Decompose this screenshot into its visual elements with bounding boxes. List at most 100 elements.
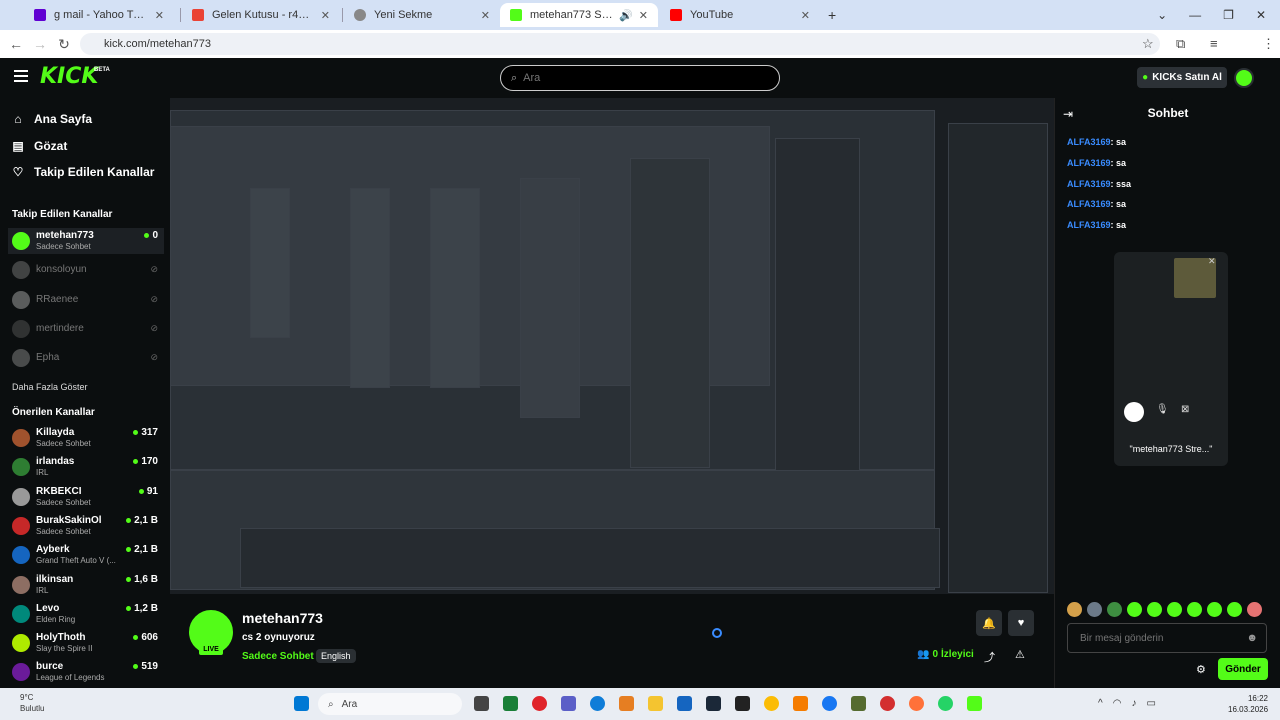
- microphone-icon[interactable]: 🎙: [1156, 404, 1169, 415]
- app-icon[interactable]: [880, 696, 895, 711]
- chat-input-box[interactable]: ☻: [1067, 623, 1267, 653]
- streamer-name[interactable]: metehan773: [242, 610, 323, 626]
- emote-icon[interactable]: [1107, 602, 1122, 617]
- kick-app-icon[interactable]: [967, 696, 982, 711]
- emote-icon[interactable]: [1187, 602, 1202, 617]
- chat-username[interactable]: ALFA3169: [1067, 199, 1111, 209]
- recommended-channel[interactable]: RKBEKCI Sadece Sohbet 91: [8, 484, 164, 510]
- followed-channel[interactable]: RRaenee ⊘: [8, 287, 164, 313]
- followed-channel[interactable]: mertindere ⊘: [8, 316, 164, 342]
- emote-icon[interactable]: [1227, 602, 1242, 617]
- close-icon[interactable]: ✕: [639, 9, 648, 22]
- chat-username[interactable]: ALFA3169: [1067, 137, 1111, 147]
- chat-username[interactable]: ALFA3169: [1067, 158, 1111, 168]
- chevron-up-icon[interactable]: ^: [1098, 698, 1103, 709]
- folder-icon[interactable]: [648, 696, 663, 711]
- recommended-channel[interactable]: ilkinsan IRL 1,6 B: [8, 572, 164, 598]
- browser-tab[interactable]: g mail - Yahoo Turkey Arama Sc ✕: [24, 3, 174, 27]
- nav-home[interactable]: ⌂ Ana Sayfa: [12, 112, 92, 126]
- recommended-channel[interactable]: Levo Elden Ring 1,2 B: [8, 601, 164, 627]
- weather-widget[interactable]: 9°C Bulutlu: [20, 692, 44, 714]
- chat-username[interactable]: ALFA3169: [1067, 220, 1111, 230]
- facebook-icon[interactable]: [822, 696, 837, 711]
- bookmark-star-icon[interactable]: ☆: [1142, 36, 1154, 52]
- recommended-channel[interactable]: BurakSakinOl Sadece Sohbet 2,1 B: [8, 513, 164, 539]
- minimize-icon[interactable]: —: [1189, 8, 1201, 22]
- followed-channel[interactable]: metehan773 Sadece Sohbet 0: [8, 228, 164, 254]
- video-player[interactable]: [170, 98, 1054, 594]
- whatsapp-icon[interactable]: [938, 696, 953, 711]
- new-tab-button[interactable]: +: [818, 3, 842, 27]
- show-more-link[interactable]: Daha Fazla Göster: [12, 382, 88, 392]
- maximize-icon[interactable]: ❐: [1223, 8, 1234, 22]
- browser-tab-active[interactable]: metehan773 Stream - Watc 🔊 ✕: [500, 3, 658, 27]
- report-icon[interactable]: ⚠: [1015, 648, 1025, 661]
- taskbar-search[interactable]: ⌕ Ara: [318, 693, 462, 715]
- stream-category[interactable]: Sadece Sohbet: [242, 651, 314, 662]
- kick-logo[interactable]: KICK: [40, 64, 98, 89]
- start-icon[interactable]: [294, 696, 309, 711]
- tab-search-icon[interactable]: ⌄: [1157, 8, 1167, 22]
- app-icon[interactable]: [793, 696, 808, 711]
- follow-button[interactable]: ♥: [1008, 610, 1034, 636]
- taskbar-clock[interactable]: 16:22 16.03.2026: [1228, 693, 1268, 715]
- steam-icon[interactable]: [706, 696, 721, 711]
- close-icon[interactable]: ✕: [801, 9, 810, 22]
- back-icon[interactable]: ←: [4, 36, 28, 52]
- battery-icon[interactable]: ▭: [1146, 698, 1155, 709]
- buy-kicks-button[interactable]: ● KICKs Satın Al: [1137, 67, 1227, 88]
- user-avatar[interactable]: [1234, 68, 1254, 88]
- record-button[interactable]: [1124, 402, 1144, 422]
- picture-in-picture-window[interactable]: ✕ 🎙 ⊠ "metehan773 Stre...": [1114, 252, 1228, 466]
- speaker-icon[interactable]: ♪: [1131, 698, 1136, 709]
- forward-icon[interactable]: →: [28, 36, 52, 52]
- close-icon[interactable]: ✕: [155, 9, 164, 22]
- followed-channel[interactable]: Epha ⊘: [8, 345, 164, 371]
- notification-bell-button[interactable]: 🔔: [976, 610, 1002, 636]
- app-icon[interactable]: [735, 696, 750, 711]
- chrome-icon[interactable]: [764, 696, 779, 711]
- opera-icon[interactable]: [532, 696, 547, 711]
- emote-icon[interactable]: [1207, 602, 1222, 617]
- edge-icon[interactable]: [590, 696, 605, 711]
- browser-tab[interactable]: Gelen Kutusu - r43060359@gm ✕: [182, 3, 340, 27]
- emoji-icon[interactable]: ☻: [1246, 632, 1258, 644]
- speaker-icon[interactable]: 🔊: [619, 9, 633, 22]
- emote-icon[interactable]: [1167, 602, 1182, 617]
- url-field[interactable]: kick.com/metehan773: [80, 33, 1160, 55]
- emote-icon[interactable]: [1147, 602, 1162, 617]
- share-icon[interactable]: ⤴: [984, 649, 995, 665]
- search-box[interactable]: ⌕: [500, 65, 780, 91]
- chat-username[interactable]: ALFA3169: [1067, 179, 1111, 189]
- close-icon[interactable]: ✕: [1208, 256, 1216, 267]
- close-icon[interactable]: ✕: [481, 9, 490, 22]
- camera-off-icon[interactable]: ⊠: [1181, 404, 1189, 415]
- close-window-icon[interactable]: ✕: [1256, 8, 1266, 22]
- gear-icon[interactable]: ⚙: [1196, 663, 1206, 676]
- reload-icon[interactable]: ↻: [52, 36, 76, 53]
- recommended-channel[interactable]: burce League of Legends 519: [8, 659, 164, 685]
- send-button[interactable]: Gönder: [1218, 658, 1268, 680]
- emote-icon[interactable]: [1067, 602, 1082, 617]
- menu-icon[interactable]: ⋮: [1262, 36, 1275, 52]
- teams-icon[interactable]: [561, 696, 576, 711]
- followed-channel[interactable]: konsoloyun ⊘: [8, 257, 164, 283]
- wifi-icon[interactable]: ◠: [1113, 698, 1122, 709]
- language-tag[interactable]: English: [316, 649, 356, 663]
- recommended-channel[interactable]: HolyThoth Slay the Spire II 606: [8, 630, 164, 656]
- store-icon[interactable]: [677, 696, 692, 711]
- media-control-icon[interactable]: ≡: [1210, 36, 1218, 51]
- emote-icon[interactable]: [1127, 602, 1142, 617]
- app-icon[interactable]: [619, 696, 634, 711]
- search-input[interactable]: [523, 72, 754, 84]
- emote-icon[interactable]: [1087, 602, 1102, 617]
- recommended-channel[interactable]: irlandas IRL 170: [8, 454, 164, 480]
- close-icon[interactable]: ✕: [321, 9, 330, 22]
- nav-browse[interactable]: ▤ Gözat: [12, 139, 67, 153]
- app-icon[interactable]: [851, 696, 866, 711]
- recommended-channel[interactable]: Killayda Sadece Sohbet 317: [8, 425, 164, 451]
- browser-tab[interactable]: Yeni Sekme ✕: [344, 3, 500, 27]
- nav-following[interactable]: ♡ Takip Edilen Kanallar: [12, 165, 155, 179]
- task-view-icon[interactable]: [474, 696, 489, 711]
- extensions-icon[interactable]: ⧉: [1176, 36, 1185, 52]
